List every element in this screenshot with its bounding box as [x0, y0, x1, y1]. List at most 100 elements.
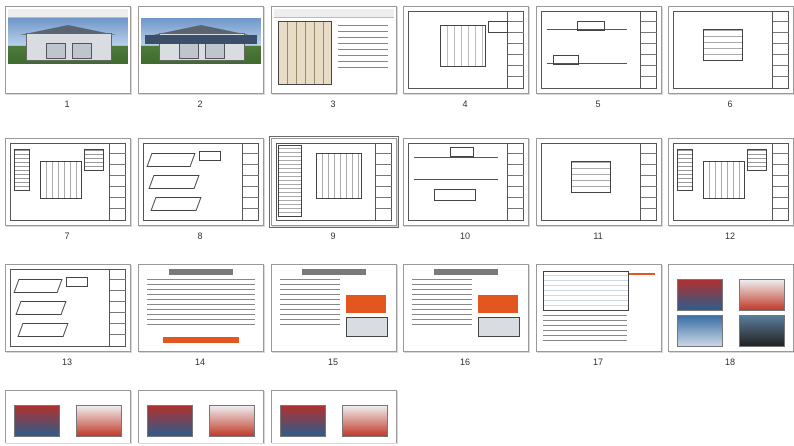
cover-header [274, 9, 394, 18]
page-number: 7 [64, 231, 70, 241]
page-thumbnail[interactable]: 7 [5, 138, 135, 244]
page-number: 16 [459, 357, 470, 367]
elevation-house [434, 189, 476, 201]
page-thumbnail[interactable]: 9 [269, 136, 401, 244]
text-line [147, 314, 255, 315]
page-thumbnail[interactable]: 10 [403, 138, 533, 244]
garage-door [46, 43, 66, 59]
title-block-row [376, 165, 392, 176]
title-block-row [243, 198, 259, 209]
title-block [640, 143, 657, 221]
book-cover [342, 405, 388, 437]
page-thumbnail[interactable]: 17 [536, 264, 666, 370]
title-block-row [110, 302, 126, 313]
page-thumbnail[interactable]: 14 [138, 264, 268, 370]
page-preview[interactable] [138, 264, 264, 352]
cover-banner [145, 35, 257, 44]
text-line [412, 319, 472, 320]
page-preview[interactable] [271, 264, 397, 352]
text-line [280, 284, 340, 285]
page-preview[interactable] [5, 390, 131, 443]
page-thumbnail[interactable] [138, 390, 268, 446]
page-number: 14 [194, 357, 205, 367]
page-thumbnail[interactable]: 12 [668, 138, 794, 244]
title-block [507, 11, 524, 89]
page-preview[interactable] [403, 138, 529, 226]
page-number: 4 [462, 99, 468, 109]
page-preview[interactable] [5, 264, 131, 352]
title-block-row [508, 165, 524, 176]
page-preview[interactable] [668, 138, 794, 226]
page-preview[interactable] [138, 390, 264, 443]
page-preview[interactable] [536, 138, 662, 226]
text-line [543, 335, 627, 336]
text-line [147, 304, 255, 305]
floor-plan [40, 161, 82, 199]
text-line [543, 315, 627, 316]
floor-plan [703, 29, 743, 61]
book-cover [677, 279, 723, 311]
page-preview[interactable] [403, 6, 529, 94]
page-thumbnail[interactable] [5, 390, 135, 446]
page-thumbnail[interactable]: 13 [5, 264, 135, 370]
text-line [147, 324, 255, 325]
page-preview[interactable] [138, 138, 264, 226]
page-number: 12 [724, 231, 735, 241]
page-preview[interactable] [5, 138, 131, 226]
notes-column [278, 145, 302, 217]
title-block-row [641, 165, 657, 176]
title-block-row [773, 11, 789, 22]
callout-bar [163, 337, 239, 343]
page-thumbnail[interactable]: 2 [138, 6, 268, 112]
page-preview[interactable] [269, 136, 399, 228]
title-block-row [641, 11, 657, 22]
page-preview[interactable] [138, 6, 264, 94]
page-thumbnail[interactable]: 1 [5, 6, 135, 112]
title-block [242, 143, 259, 221]
title-block-row [376, 198, 392, 209]
page-thumbnail[interactable]: 3 [271, 6, 401, 112]
page-preview[interactable] [536, 6, 662, 94]
elevation-house [199, 151, 221, 161]
text-line [338, 43, 388, 44]
page-thumbnail-grid: 1 2 3 4 5 6 7 8 9 10 11 12 13 14 15 16 17 18 [0, 0, 794, 446]
page-preview[interactable] [668, 264, 794, 352]
3d-view [17, 323, 69, 337]
title-block-row [243, 154, 259, 165]
garage-door [205, 43, 225, 59]
title-block-row [773, 143, 789, 154]
title-block-row [110, 165, 126, 176]
page-preview[interactable] [403, 264, 529, 352]
floor-plan [703, 161, 745, 199]
text-line [280, 279, 340, 280]
page-thumbnail[interactable]: 15 [271, 264, 401, 370]
title-block-row [641, 198, 657, 209]
title-block-row [641, 22, 657, 33]
text-line [412, 289, 472, 290]
page-thumbnail[interactable]: 8 [138, 138, 268, 244]
page-thumbnail[interactable]: 6 [668, 6, 794, 112]
page-number: 18 [724, 357, 735, 367]
page-thumbnail[interactable]: 11 [536, 138, 666, 244]
elevation-house [577, 21, 605, 31]
page-preview[interactable] [271, 390, 397, 443]
page-preview[interactable] [271, 6, 397, 94]
spreadsheet-accent [629, 273, 655, 275]
title-block-row [641, 143, 657, 154]
page-thumbnail[interactable]: 5 [536, 6, 666, 112]
floor-plan [571, 161, 611, 193]
page-preview[interactable] [668, 6, 794, 94]
page-thumbnail[interactable]: 18 [668, 264, 794, 370]
page-number: 15 [327, 357, 338, 367]
text-line [338, 37, 388, 38]
page-preview[interactable] [5, 6, 131, 94]
title-block-row [243, 165, 259, 176]
page-thumbnail[interactable]: 4 [403, 6, 533, 112]
page-thumbnail[interactable]: 16 [403, 264, 533, 370]
text-line [543, 330, 627, 331]
page-number: 11 [593, 231, 603, 241]
page-thumbnail[interactable] [271, 390, 401, 446]
page-preview[interactable] [536, 264, 662, 352]
title-block-row [376, 143, 392, 154]
text-line [280, 309, 340, 310]
